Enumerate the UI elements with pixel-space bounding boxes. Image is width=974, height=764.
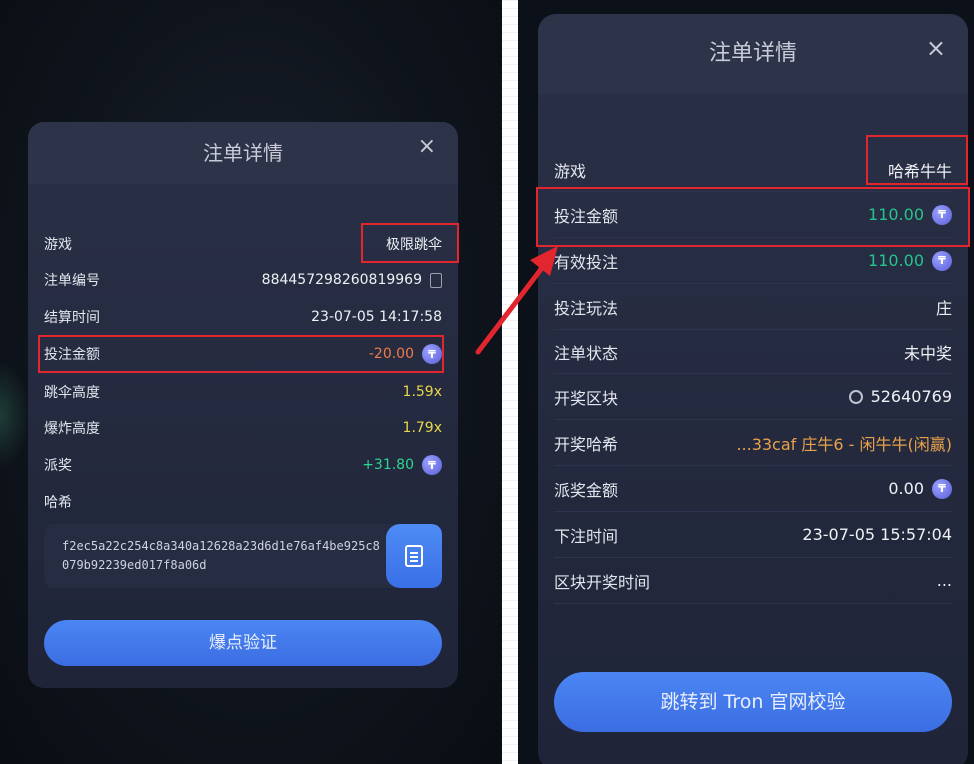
bet-status-value: 未中奖 [903,343,952,363]
row-bet-id: 注单编号 884457298260819969 [44,270,442,290]
row-label: 投注金额 [554,206,619,226]
game-name-value: 极限跳伞 [386,237,442,253]
row-label: 派奖金额 [554,480,619,500]
bet-amount-wrap: 110.00 ₸ [868,204,952,225]
row-label: 注单编号 [44,273,100,289]
block-icon [848,389,863,404]
row-bet-type: 投注玩法 庄 [554,284,952,330]
modal-header: 注单详情 × [28,122,458,184]
game-name-value: 哈希牛牛 [887,161,952,181]
row-settle-time: 结算时间 23-07-05 14:17:58 [44,307,442,327]
draw-block-wrap: 52640769 [848,387,952,406]
close-icon[interactable]: × [926,14,946,82]
row-payout: 派奖金额 0.00 ₸ [554,466,952,512]
crash-verify-button[interactable]: 爆点验证 [44,620,442,666]
row-label: 下注时间 [554,526,619,546]
draw-block-value[interactable]: 52640769 [871,387,952,406]
row-hash: 哈希 [44,492,442,512]
separator [502,0,518,764]
crash-height-value: 1.79x [402,420,442,436]
tron-coin-icon: ₸ [932,478,952,499]
row-label: 开奖哈希 [554,434,619,454]
row-label: 游戏 [44,237,72,253]
jump-height-value: 1.59x [402,384,442,400]
row-bet-status: 注单状态 未中奖 [554,330,952,374]
row-valid-bet: 有效投注 110.00 ₸ [554,238,952,284]
row-block-draw-time: 区块开奖时间 ... [554,558,952,604]
row-label: 跳伞高度 [44,385,100,401]
row-label: 投注金额 [44,347,100,363]
row-game: 游戏 哈希牛牛 [554,148,952,192]
row-label: 游戏 [554,161,587,181]
row-game: 游戏 极限跳伞 [44,234,442,254]
row-label: 区块开奖时间 [554,572,651,592]
row-draw-block: 开奖区块 52640769 [554,374,952,420]
tron-coin-icon: ₸ [422,455,442,475]
row-crash-height: 爆炸高度 1.79x [44,418,442,438]
modal-header: 注单详情 × [538,14,968,94]
bet-amount-wrap: -20.00 ₸ [369,344,442,364]
payout-value: +31.80 [362,457,414,473]
copy-icon[interactable] [430,272,442,288]
row-bet-amount: 投注金额 110.00 ₸ [554,192,952,238]
tron-coin-icon: ₸ [932,204,952,225]
modal-title: 注单详情 [708,41,797,66]
block-draw-time-value: ... [936,571,952,590]
left-screenshot: 注单详情 × 游戏 极限跳伞 注单编号 884457298260819969 结… [0,0,502,764]
close-icon[interactable]: × [418,122,436,172]
row-payout: 派奖 +31.80 ₸ [44,455,442,475]
valid-bet-wrap: 110.00 ₸ [868,250,952,271]
valid-bet-value: 110.00 [868,251,924,270]
bet-type-value: 庄 [935,298,952,318]
tron-coin-icon: ₸ [932,250,952,271]
bet-amount-value: 110.00 [868,205,924,224]
modal-title: 注单详情 [203,141,283,165]
payout-value: 0.00 [888,479,924,498]
arrow-head [530,246,558,276]
tron-verify-button[interactable]: 跳转到 Tron 官网校验 [554,672,952,732]
row-label: 派奖 [44,458,72,474]
bet-detail-modal-left: 注单详情 × 游戏 极限跳伞 注单编号 884457298260819969 结… [28,122,458,688]
bet-detail-modal-right: 注单详情 × 游戏 哈希牛牛 投注金额 110.00 ₸ 有效投注 110.00… [538,14,968,764]
tron-coin-icon: ₸ [422,344,442,364]
row-label: 爆炸高度 [44,421,100,437]
payout-wrap: 0.00 ₸ [888,478,952,499]
copy-hash-button[interactable] [386,524,442,588]
payout-wrap: +31.80 ₸ [362,455,442,475]
arrow-shaft [475,257,551,355]
background-glow [0,360,30,470]
row-label: 开奖区块 [554,388,619,408]
row-label: 结算时间 [44,310,100,326]
bet-id-value: 884457298260819969 [261,272,422,288]
draw-hash-value: ...33caf 庄牛6 - 闲牛牛(闲赢) [736,434,952,454]
row-draw-hash: 开奖哈希 ...33caf 庄牛6 - 闲牛牛(闲赢) [554,420,952,466]
settle-time-value: 23-07-05 14:17:58 [311,309,442,325]
right-screenshot: 注单详情 × 游戏 哈希牛牛 投注金额 110.00 ₸ 有效投注 110.00… [518,0,974,764]
hash-box: f2ec5a22c254c8a340a12628a23d6d1e76af4be9… [44,524,442,588]
red-arrow-annotation [475,246,558,355]
row-jump-height: 跳伞高度 1.59x [44,382,442,402]
bet-time-value: 23-07-05 15:57:04 [802,525,952,544]
copy-icon [405,545,423,567]
bet-amount-value: -20.00 [368,346,414,362]
row-bet-time: 下注时间 23-07-05 15:57:04 [554,512,952,558]
hash-value: f2ec5a22c254c8a340a12628a23d6d1e76af4be9… [62,539,380,572]
row-label: 哈希 [44,495,72,511]
row-bet-amount: 投注金额 -20.00 ₸ [44,344,442,364]
bet-id-value-wrap: 884457298260819969 [262,272,442,288]
